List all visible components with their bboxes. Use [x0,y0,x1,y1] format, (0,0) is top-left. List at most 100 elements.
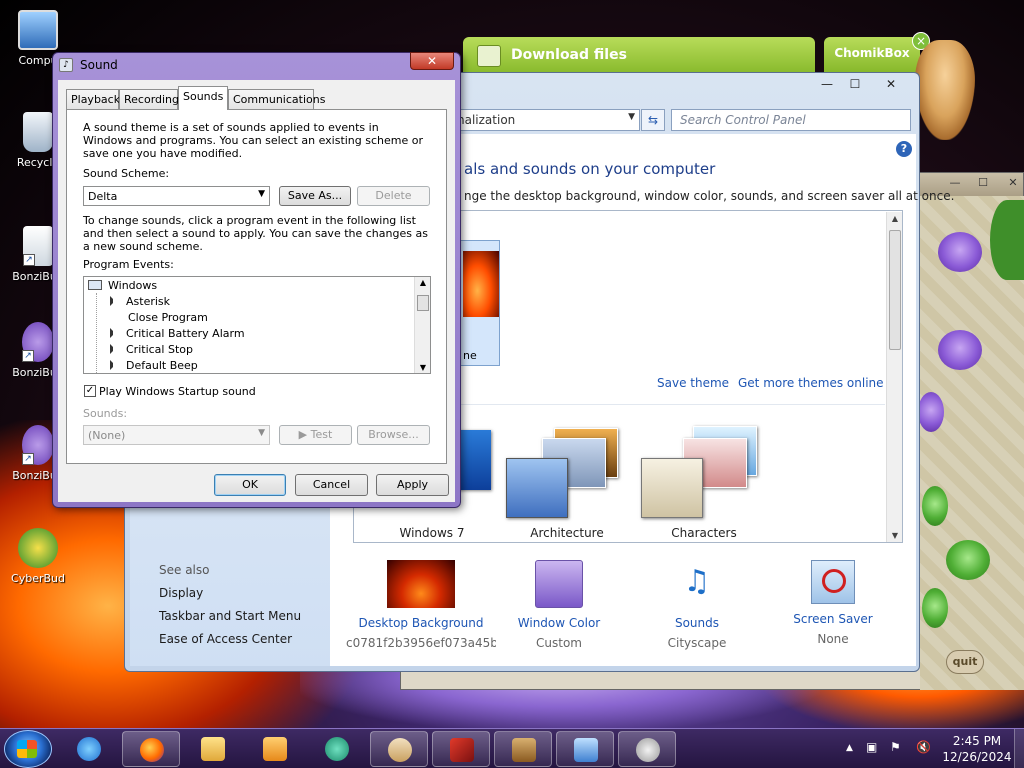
cp-close-button[interactable]: ✕ [876,76,906,94]
save-theme-link[interactable]: Save theme [657,376,729,390]
theme-list-scrollbar[interactable]: ▲ ▼ [886,212,902,542]
scroll-thumb[interactable] [417,295,429,311]
sound-scheme-label: Sound Scheme: [83,167,170,180]
taskbar-chomikbox[interactable] [308,731,366,767]
shortcut-arrow-icon: ↗ [23,254,35,266]
startup-sound-checkbox[interactable]: ✓ [84,385,96,397]
address-bar[interactable]: nalization ▼ [450,109,640,131]
quit-button[interactable]: quit [946,650,984,674]
taskbar-media-player[interactable] [246,731,304,767]
taskbar-internet-explorer[interactable] [60,731,118,767]
show-hidden-icons-icon[interactable]: ▲ [846,743,853,753]
taskbar-firefox[interactable] [122,731,180,767]
scroll-up-icon[interactable]: ▲ [887,214,903,223]
list-item-critical-stop[interactable]: Critical Stop [110,342,193,358]
download-files-tab[interactable]: Download files [463,37,815,75]
tab-playback[interactable]: Playback [66,89,120,109]
desktop-icon-cyberbud[interactable]: CyberBud [4,528,72,585]
clock-date: 12/26/2024 [942,750,1012,764]
volume-muted-icon[interactable]: 🔇 [916,740,931,754]
chevron-down-icon: ▼ [258,428,265,438]
speaker-icon [110,328,120,338]
purple-crab[interactable] [918,392,944,432]
chevron-down-icon[interactable]: ▼ [628,112,635,122]
screen-saver-item[interactable]: Screen Saver None [758,560,908,646]
tab-sounds[interactable]: Sounds [178,86,228,110]
scroll-up-icon[interactable]: ▲ [415,278,430,287]
browse-button[interactable]: Browse... [357,425,430,445]
hamster-mascot [915,40,975,140]
bonzibuddy-icon: ↗ [22,322,54,362]
events-scrollbar[interactable]: ▲ ▼ [414,277,430,373]
scroll-down-icon[interactable]: ▼ [415,363,430,372]
purple-crab[interactable] [938,330,982,370]
purple-crab[interactable] [938,232,982,272]
taskbar-sound[interactable] [618,731,676,767]
program-events-label: Program Events: [83,258,174,271]
firefox-icon [140,738,164,762]
shortcut-arrow-icon: ↗ [22,350,34,362]
desktop-background-item[interactable]: Desktop Background c0781f2b3956ef073a45b… [346,560,496,650]
action-center-flag-icon[interactable]: ⚑ [890,740,901,754]
taskbar-explorer[interactable] [184,731,242,767]
apply-button[interactable]: Apply [376,474,449,496]
media-player-icon [263,737,287,761]
chomikbox-tab[interactable]: ChomikBox [824,37,920,73]
game-maximize-button[interactable]: ☐ [972,176,994,192]
program-events-list[interactable]: Windows Asterisk Close Program Critical … [83,276,431,374]
control-panel-icon [574,738,598,762]
list-item-windows[interactable]: Windows [88,278,157,294]
list-item-close-program[interactable]: Close Program [128,310,208,326]
list-item-asterisk[interactable]: Asterisk [110,294,170,310]
show-desktop-button[interactable] [1014,729,1024,768]
game-close-button[interactable]: ✕ [1002,176,1024,192]
music-notes-icon: ♫ [683,564,711,599]
download-icon [512,738,536,762]
taskbar-download[interactable] [494,731,552,767]
theme-characters[interactable]: Characters [639,420,769,540]
sounds-select[interactable]: (None) ▼ [83,425,270,445]
tab-communications[interactable]: Communications [228,89,325,109]
scroll-thumb[interactable] [889,230,901,350]
delete-button[interactable]: Delete [357,186,430,206]
ease-of-access-link[interactable]: Ease of Access Center [159,632,292,646]
help-icon[interactable]: ? [896,141,912,157]
shortcut-arrow-icon: ↗ [22,453,34,465]
cancel-button[interactable]: Cancel [295,474,368,496]
cp-minimize-button[interactable]: — [812,76,842,94]
list-item-default-beep[interactable]: Default Beep [110,358,198,373]
scroll-down-icon[interactable]: ▼ [887,531,903,540]
no-symbol-icon [822,569,846,593]
taskbar-paint[interactable] [370,731,428,767]
sound-scheme-select[interactable]: Delta ▼ [83,186,270,206]
sounds-item[interactable]: ♫ Sounds Cityscape [622,560,772,650]
tree-connector [96,293,97,373]
window-color-item[interactable]: Window Color Custom [484,560,634,650]
green-crab[interactable] [946,540,990,580]
network-icon[interactable]: ▣ [866,740,877,754]
taskbar-start-menu-link[interactable]: Taskbar and Start Menu [159,609,301,623]
green-crab[interactable] [922,588,948,628]
green-crab[interactable] [922,486,948,526]
taskbar-installer[interactable] [432,731,490,767]
palette-icon [388,738,412,762]
search-input[interactable]: Search Control Panel [671,109,911,131]
sound-dialog-close-button[interactable]: ✕ [410,52,454,70]
page-title: als and sounds on your computer [464,160,716,178]
clock[interactable]: 2:45 PM 12/26/2024 [942,733,1012,765]
taskbar-control-panel[interactable] [556,731,614,767]
window-icon [88,280,102,290]
test-button[interactable]: ▶ Test [279,425,352,445]
save-as-button[interactable]: Save As... [279,186,351,206]
tab-recording[interactable]: Recording [119,89,179,109]
display-link[interactable]: Display [159,586,203,600]
refresh-button[interactable]: ⇆ [641,109,665,131]
desktop-background-icon [387,560,455,608]
list-item-critical-battery-alarm[interactable]: Critical Battery Alarm [110,326,245,342]
ok-button[interactable]: OK [214,474,286,496]
sound-theme-description: A sound theme is a set of sounds applied… [83,121,424,160]
speaker-icon [110,296,120,306]
get-more-themes-link[interactable]: Get more themes online [738,376,884,390]
cp-maximize-button[interactable]: ☐ [840,76,870,94]
theme-architecture[interactable]: Architecture [502,420,632,540]
